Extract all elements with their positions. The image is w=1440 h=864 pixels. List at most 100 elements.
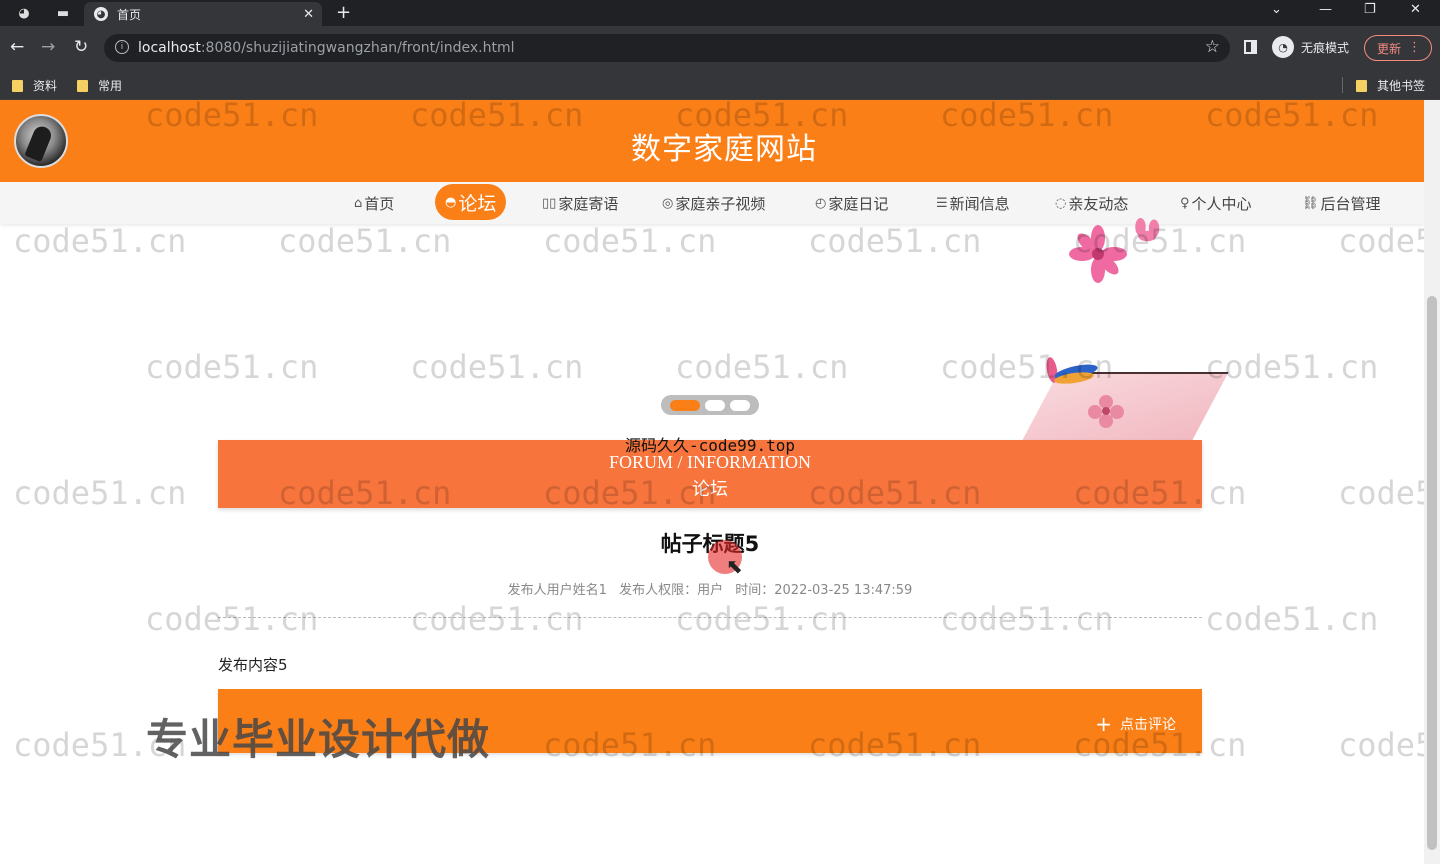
bookmark-label: 其他书签 [1377,79,1426,93]
nav-item-family-videos[interactable]: ◎ 家庭亲子视频 [662,182,765,224]
nav-item-family-messages[interactable]: ▯▯ 家庭寄语 [542,182,618,224]
feather-icon [1046,357,1098,384]
watermark: code51.cn [13,474,187,512]
watermark: code51.cn [940,600,1114,638]
carousel-indicator [661,395,759,415]
watermark: code51.cn [808,222,982,260]
nav-label: 亲友动态 [1068,194,1129,213]
minimize-icon[interactable]: — [1319,2,1332,17]
watermark: code51.cn [1338,726,1424,764]
browser-toolbar: ← → ↻ i localhost:8080/shuzijiatingwangz… [0,26,1440,70]
side-panel-icon[interactable] [1244,40,1257,54]
messages-icon: ▯▯ [542,195,557,211]
update-label: 更新 [1377,41,1402,56]
watermark: code51.cn [278,222,452,260]
user-icon: ♀ [1180,195,1190,211]
section-title-cn: 论坛 [692,479,728,500]
nav-item-family-diary[interactable]: ◴ 家庭日记 [815,182,888,224]
watermark: code51.cn [410,600,584,638]
plus-icon: + [1095,712,1112,736]
nav-item-home[interactable]: ⌂ 首页 [354,182,394,224]
nav-label: 新闻信息 [949,194,1010,213]
browser-tab-active[interactable]: ◕ 首页 ✕ [84,2,322,26]
nav-label: 后台管理 [1320,194,1381,213]
post-time: 时间：2022-03-25 13:47:59 [735,583,913,598]
nav-item-user-center[interactable]: ♀ 个人中心 [1180,182,1252,224]
bookmark-folder-changyong[interactable]: 常用 [77,77,122,94]
watermark: code51.cn [1205,348,1379,386]
globe-icon[interactable]: ◕ [15,4,33,22]
pink-flower-icon [1069,225,1127,283]
watermark: code51.cn [145,600,319,638]
close-window-icon[interactable]: ✕ [1410,2,1421,17]
nav-label: 个人中心 [1191,194,1252,213]
friends-icon: ◌ [1055,195,1067,211]
video-icon: ◎ [662,195,674,211]
tab-search-icon[interactable]: ▬ [54,4,72,22]
carousel-dot-1[interactable] [670,399,700,411]
carousel-dot-3[interactable] [730,399,750,411]
tab-list-chevron-icon[interactable]: ⌄ [1271,2,1282,17]
close-tab-icon[interactable]: ✕ [303,7,314,22]
incognito-icon: ◔ [1272,36,1294,58]
post-content: 发布内容5 [218,656,288,674]
watermark: code51.cn [13,222,187,260]
post-author: 发布人用户姓名1 [507,583,607,598]
nav-item-news[interactable]: ☰ 新闻信息 [936,182,1010,224]
carousel-dot-2[interactable] [705,399,725,411]
back-icon[interactable]: ← [10,37,24,57]
nav-label: 家庭寄语 [558,194,619,213]
folder-icon [77,79,88,92]
site-title: 数字家庭网站 [631,132,817,167]
other-bookmarks[interactable]: 其他书签 [1356,77,1425,94]
browser-tab-strip: ◕ ▬ ◕ 首页 ✕ + ⌄ — ❐ ✕ [0,0,1440,26]
forward-icon[interactable]: → [41,37,55,57]
scrollbar-thumb[interactable] [1427,296,1437,850]
pink-flower-icon [1088,395,1124,428]
pink-flower-icon [1135,218,1160,242]
nav-item-forum[interactable]: ◓ 论坛 [435,184,507,220]
incognito-label: 无痕模式 [1301,40,1350,55]
news-icon: ☰ [936,195,948,211]
watermark: code51.cn [145,348,319,386]
watermark: code51.cn [1205,600,1379,638]
post-meta: 发布人用户姓名1 发布人权限：用户 时间：2022-03-25 13:47:59 [0,579,1420,598]
watermark: code51.cn [1338,474,1424,512]
page-scrollbar[interactable] [1424,100,1440,864]
nav-label: 论坛 [458,192,497,215]
post-role: 发布人权限：用户 [619,583,724,598]
site-header: 数字家庭网站 [0,100,1424,182]
add-comment-button[interactable]: + 点击评论 [1095,714,1176,734]
new-tab-icon[interactable]: + [336,2,351,23]
nav-label: 家庭日记 [828,194,889,213]
incognito-indicator[interactable]: ◔ 无痕模式 [1272,36,1349,58]
nav-item-admin[interactable]: ⛓ 后台管理 [1302,182,1381,224]
tab-title: 首页 [117,7,142,22]
add-comment-label: 点击评论 [1120,717,1176,733]
bookmarks-bar: 资料 常用 其他书签 [0,70,1440,100]
web-page: 数字家庭网站 ⌂ 首页 ◓ 论坛 ▯▯ 家庭寄语 ◎ 家庭亲子视频 ◴ 家庭日记 ☰ 新闻信… [0,100,1424,864]
watermark: code51.cn [543,222,717,260]
nav-item-friends[interactable]: ◌ 亲友动态 [1055,182,1128,224]
address-bar[interactable]: i localhost:8080/shuzijiatingwangzhan/fr… [104,34,1230,62]
update-button[interactable]: 更新 ⋮ [1364,35,1432,61]
bookmark-label: 常用 [98,79,123,93]
mouse-cursor-icon: ⬉ [726,554,743,578]
reload-icon[interactable]: ↻ [74,37,88,57]
link-icon: ⛓ [1302,195,1319,211]
main-nav: ⌂ 首页 ◓ 论坛 ▯▯ 家庭寄语 ◎ 家庭亲子视频 ◴ 家庭日记 ☰ 新闻信息 ◌ 亲友动态… [0,182,1424,224]
bookmark-star-icon[interactable]: ☆ [1205,37,1220,57]
forum-icon: ◓ [445,194,457,210]
home-icon: ⌂ [354,195,363,211]
watermark: code51.cn [1338,222,1424,260]
menu-dots-icon[interactable]: ⋮ [1408,40,1421,55]
ad-overlay-text: 专业毕业设计代做 [146,715,491,764]
folder-icon [12,79,23,92]
diary-icon: ◴ [815,195,827,211]
site-info-icon[interactable]: i [115,40,129,54]
restore-icon[interactable]: ❐ [1364,2,1376,17]
source-overlay-text: 源码久久-code99.top [625,436,795,455]
bookmark-folder-ziliao[interactable]: 资料 [12,77,57,94]
watermark: code51.cn [410,348,584,386]
nav-label: 家庭亲子视频 [675,194,766,213]
